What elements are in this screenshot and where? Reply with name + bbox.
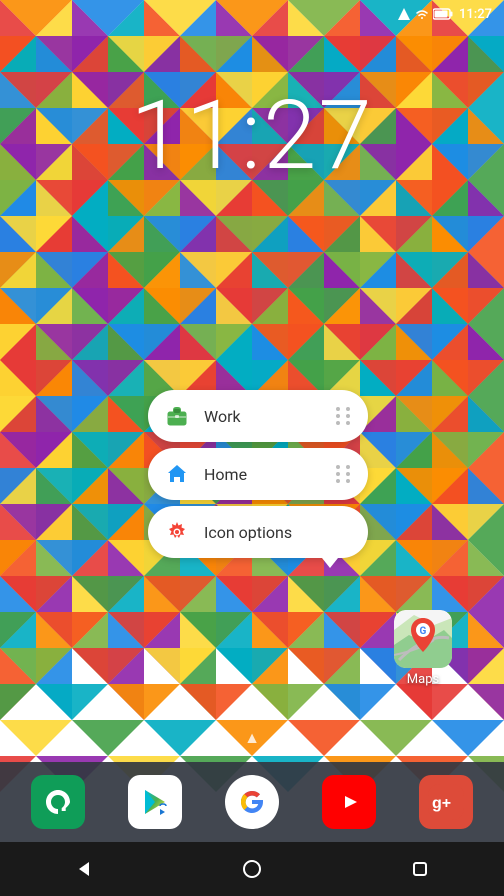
clock-display: 11:27 xyxy=(0,80,504,192)
briefcase-icon xyxy=(164,403,190,429)
status-bar: 11:27 xyxy=(0,0,504,28)
menu-item-home[interactable]: Home xyxy=(148,448,368,500)
maps-icon-image: G xyxy=(394,610,452,668)
svg-text:G: G xyxy=(420,626,427,637)
menu-item-work[interactable]: Work xyxy=(148,390,368,442)
settings-icon xyxy=(164,519,190,545)
back-button[interactable] xyxy=(66,851,102,887)
home-button[interactable] xyxy=(234,851,270,887)
status-time: 11:27 xyxy=(459,7,492,22)
battery-icon xyxy=(433,8,453,20)
clock-time: 11:27 xyxy=(130,80,373,192)
svg-text:g+: g+ xyxy=(432,795,451,812)
recents-button[interactable] xyxy=(402,851,438,887)
icon-options-label: Icon options xyxy=(204,523,352,542)
dock-arrow: ▲ xyxy=(244,728,260,748)
maps-label: Maps xyxy=(407,672,439,687)
dock-google[interactable] xyxy=(225,775,279,829)
dock-youtube[interactable] xyxy=(322,775,376,829)
dock-playstore[interactable] xyxy=(128,775,182,829)
status-icons xyxy=(397,7,453,21)
nav-bar xyxy=(0,842,504,896)
context-menu: Work Home Icon op xyxy=(148,390,368,558)
signal-icon xyxy=(397,7,411,21)
work-label: Work xyxy=(204,407,322,426)
dock-gplus[interactable]: g+ xyxy=(419,775,473,829)
home-dots xyxy=(336,465,352,483)
wifi-icon xyxy=(415,7,429,21)
home-label: Home xyxy=(204,465,322,484)
dock-hangouts[interactable] xyxy=(31,775,85,829)
dock: g+ xyxy=(0,762,504,842)
maps-app[interactable]: G Maps xyxy=(394,610,452,687)
work-dots xyxy=(336,407,352,425)
menu-item-icon-options[interactable]: Icon options xyxy=(148,506,368,558)
home-icon xyxy=(164,461,190,487)
